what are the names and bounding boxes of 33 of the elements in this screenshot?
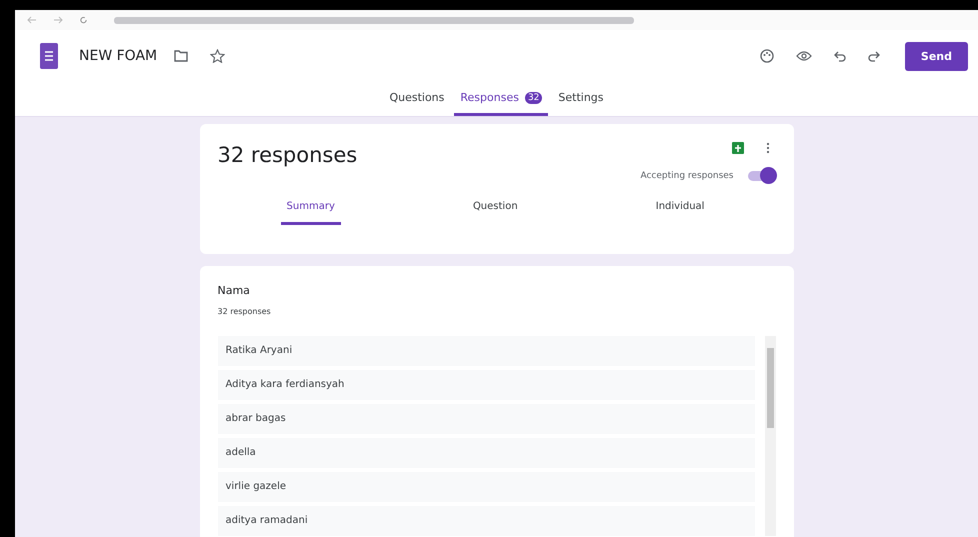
reload-icon[interactable]	[79, 16, 88, 24]
forms-logo-icon[interactable]	[40, 43, 58, 69]
eye-icon[interactable]	[796, 51, 812, 61]
accepting-responses-label: Accepting responses	[640, 171, 734, 181]
tab[interactable]: Responses 32	[454, 82, 548, 116]
send-button[interactable]: Send	[904, 42, 968, 70]
undo-icon[interactable]	[834, 50, 846, 62]
star-icon[interactable]	[210, 49, 226, 63]
count-badge: 32	[524, 92, 542, 104]
tab[interactable]: Questions	[383, 82, 450, 116]
answer-item: Ratika Aryani	[218, 336, 754, 366]
answer-item: abrar bagas	[218, 404, 754, 434]
answer-item: aditya ramadani	[218, 506, 754, 536]
more-options-icon[interactable]	[766, 142, 770, 154]
answer-item: adella	[218, 438, 754, 468]
scrollbar[interactable]	[764, 336, 776, 536]
answer-item: virlie gazele	[218, 472, 754, 502]
form-title[interactable]: NEW FOAM	[79, 48, 158, 64]
question-title: Nama	[218, 284, 250, 297]
response-count: 32 responses	[218, 307, 271, 316]
tab[interactable]: Settings	[552, 82, 610, 116]
redo-icon[interactable]	[868, 50, 880, 62]
tab-label: Questions	[389, 91, 444, 104]
view-tab[interactable]: Individual	[650, 199, 710, 225]
answer-item: Aditya kara ferdiansyah	[218, 370, 754, 400]
folder-icon[interactable]	[174, 50, 188, 62]
palette-icon[interactable]	[760, 49, 774, 63]
tab-label: Responses	[460, 91, 519, 104]
responses-heading: 32 responses	[218, 143, 358, 167]
tab-label: Settings	[558, 91, 604, 104]
view-tab[interactable]: Question	[466, 199, 524, 225]
view-tab[interactable]: Summary	[280, 199, 341, 225]
spreadsheet-icon[interactable]	[732, 142, 744, 154]
